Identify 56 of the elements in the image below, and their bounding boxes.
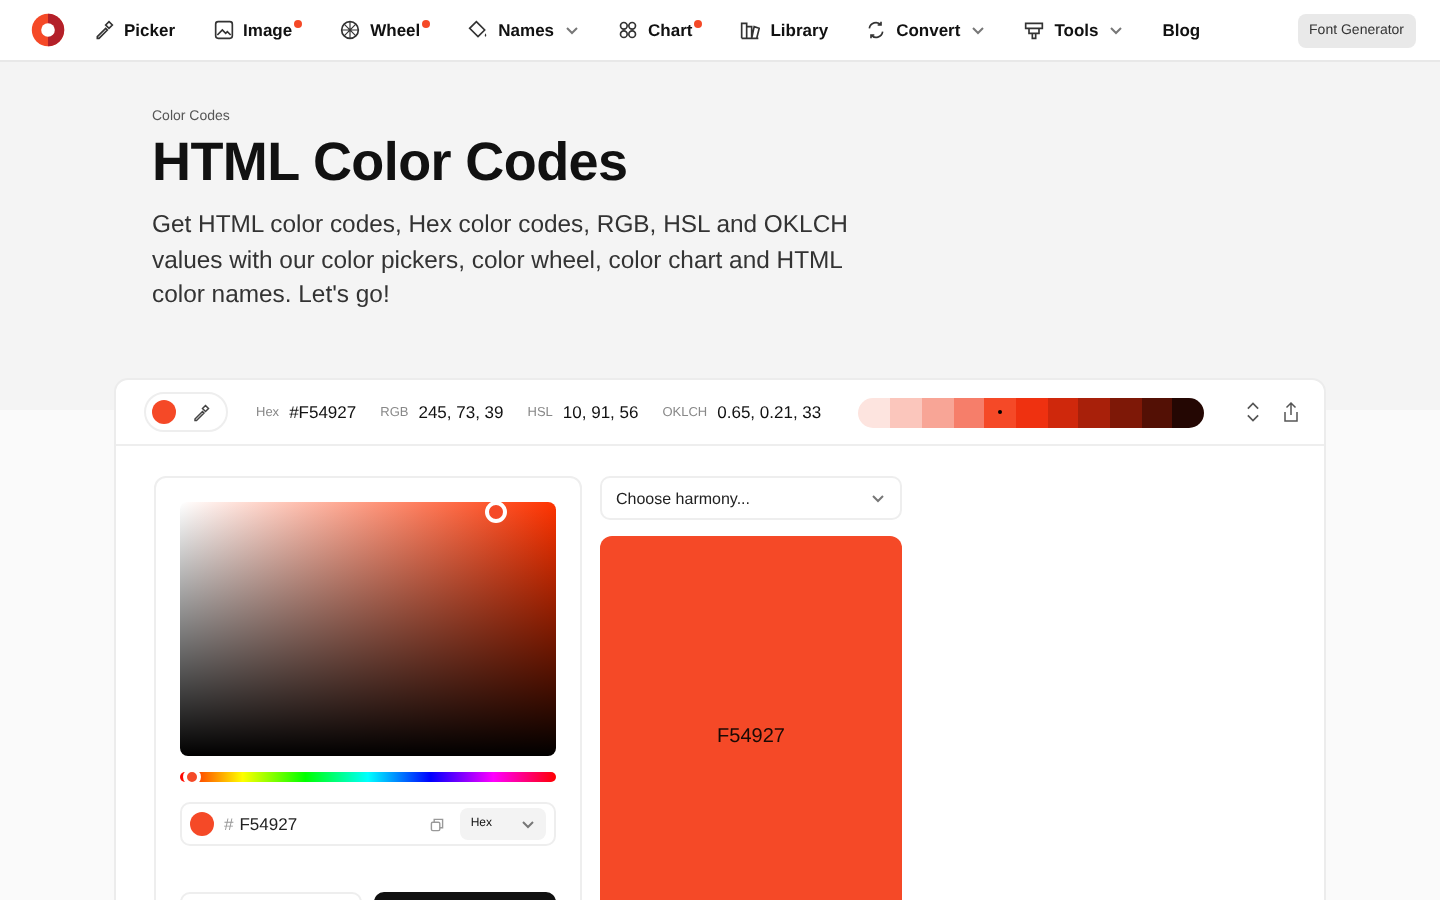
color-value: 245, 73, 39 (418, 402, 504, 422)
chevron-down-icon (870, 490, 886, 506)
hue-handle[interactable] (182, 768, 201, 786)
nav-link[interactable]: Image (213, 20, 303, 40)
color-value: 10, 91, 56 (562, 402, 639, 422)
chevron-down-icon (970, 22, 987, 38)
shade-swatch[interactable] (1109, 397, 1142, 427)
chevron-down-icon (520, 816, 536, 832)
shade-swatch[interactable] (921, 397, 953, 427)
picker-handle[interactable] (485, 500, 508, 523)
new-dot (694, 20, 703, 28)
shade-swatch[interactable] (1047, 397, 1079, 427)
nav-link[interactable]: Convert (866, 20, 987, 40)
shade-swatch[interactable] (890, 397, 922, 427)
shade-swatch[interactable] (984, 397, 1016, 427)
nav-link[interactable]: Picker (94, 20, 176, 40)
paint-bucket-icon (468, 20, 489, 40)
share-icon[interactable] (1282, 400, 1300, 424)
page-title: HTML Color Codes (152, 132, 630, 194)
new-dot (422, 20, 431, 28)
grid-icon (618, 20, 639, 40)
color-value: #F54927 (289, 402, 357, 422)
shade-swatch[interactable] (858, 397, 891, 427)
shade-swatch[interactable] (1141, 397, 1173, 427)
swatch-hex: F54927 (717, 725, 785, 747)
refresh-icon (866, 20, 887, 40)
books-icon (740, 20, 761, 40)
shade-swatch[interactable] (1172, 397, 1204, 427)
harmony-dropdown[interactable]: Choose harmony... (600, 476, 902, 520)
wheel-icon (340, 20, 361, 40)
shade-swatch[interactable] (1078, 397, 1110, 427)
chevron-down-icon (564, 22, 581, 38)
color-value: 0.65, 0.21, 33 (717, 402, 822, 422)
saturation-value-area[interactable] (180, 502, 556, 756)
image-icon (213, 20, 234, 40)
new-dot (294, 20, 303, 28)
eyedropper-icon[interactable] (192, 403, 210, 421)
nav-link[interactable]: Names (468, 20, 581, 40)
shade-swatch[interactable] (1015, 397, 1048, 427)
eyedropper-icon (94, 20, 114, 40)
nav-link[interactable]: Blog (1162, 20, 1201, 40)
nav-link[interactable]: Tools (1024, 20, 1125, 40)
nav-link[interactable]: Chart (618, 20, 703, 40)
chevron-down-icon (1108, 22, 1125, 38)
expand-icon[interactable] (1244, 400, 1262, 424)
hue-slider[interactable] (180, 772, 556, 782)
copy-icon[interactable] (430, 817, 445, 831)
shade-swatch[interactable] (953, 397, 985, 427)
color-dot (190, 812, 214, 836)
nav-link[interactable]: Wheel (340, 20, 431, 40)
hex-value: F54927 (239, 814, 298, 834)
intro-text: Get HTML color codes, Hex color codes, RGB, HSL and OKLCH values with our color pickers, color wheel, color chart and HTML color names. Let's go! (152, 208, 850, 312)
nav-link[interactable]: Library (740, 20, 829, 40)
toolbox-icon (1024, 20, 1045, 40)
logo-icon[interactable] (30, 12, 66, 48)
hash-sign: # (224, 814, 234, 834)
